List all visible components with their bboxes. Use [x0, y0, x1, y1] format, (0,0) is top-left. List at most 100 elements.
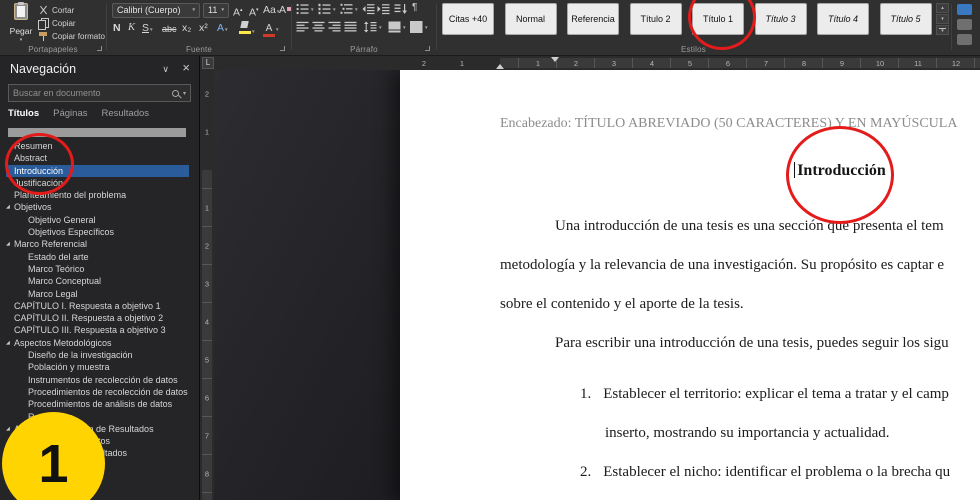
dialog-launcher-icon[interactable] — [425, 46, 430, 51]
nav-item-label: Procedimientos de análisis de datos — [28, 399, 173, 410]
numbering-button[interactable]: ▾ — [318, 3, 336, 15]
style-título-5[interactable]: Título 5 — [879, 3, 932, 35]
font-size-select[interactable]: 11 ▾ — [203, 3, 229, 18]
nav-item-población-y-muestra[interactable]: Población y muestra — [6, 361, 189, 373]
search-box[interactable]: ▾ — [8, 84, 191, 102]
ruler-number: 8 — [801, 58, 807, 68]
page[interactable]: Encabezado: TÍTULO ABREVIADO (50 CARACTE… — [400, 70, 980, 500]
shading-button[interactable]: ▾ — [388, 21, 406, 33]
chevron-down-icon: ▾ — [379, 25, 382, 31]
gallery-scroll-up-icon[interactable]: ▴ — [936, 3, 949, 13]
font-color-button[interactable]: A ▾ — [263, 20, 279, 37]
nav-item-procedimientos-de-análisis-de-datos[interactable]: Procedimientos de análisis de datos — [6, 398, 189, 410]
justify-button[interactable] — [344, 21, 357, 33]
tab-titulos[interactable]: Títulos — [8, 108, 39, 119]
nav-item-marco-legal[interactable]: Marco Legal — [6, 288, 189, 300]
tab-paginas[interactable]: Páginas — [53, 108, 87, 119]
multilevel-list-button[interactable]: ▾ — [340, 3, 358, 15]
document-text-line: inserto, mostrando su importancia y actu… — [605, 425, 890, 442]
tab-stop-selector[interactable]: L — [202, 57, 214, 69]
nav-item-objetivos[interactable]: ◢ Objetivos — [6, 201, 189, 213]
bold-button[interactable]: N — [113, 20, 121, 36]
dialog-launcher-icon[interactable] — [280, 46, 285, 51]
expand-collapse-icon[interactable]: ◢ — [6, 337, 10, 349]
dialog-launcher-icon[interactable] — [97, 46, 102, 51]
nav-item-objetivo-general[interactable]: Objetivo General — [6, 214, 189, 226]
vertical-ruler[interactable]: 2 1 1 2 3 4 5 6 7 8 — [200, 70, 214, 500]
chevron-down-icon: ▾ — [221, 7, 224, 13]
style-citas-40[interactable]: Citas +40 — [442, 3, 494, 35]
ruler-number: 5 — [687, 58, 693, 68]
ruler-number: 1 — [204, 127, 210, 137]
style-normal[interactable]: Normal — [504, 3, 557, 35]
partial-ribbon-icon[interactable] — [957, 19, 972, 30]
horizontal-ruler[interactable]: L 2 1 1 2 3 4 5 6 7 8 9 10 11 12 — [200, 56, 980, 70]
subscript-button[interactable]: x₂ — [182, 20, 191, 36]
paste-button[interactable]: Pegar ▾ — [6, 2, 36, 48]
font-family-select[interactable]: Calibri (Cuerpo) ▾ — [112, 3, 200, 18]
align-center-button[interactable] — [312, 21, 325, 33]
group-separator — [436, 4, 437, 50]
style-título-3[interactable]: Título 3 — [754, 3, 807, 35]
text-effects-button[interactable]: A▾ — [217, 20, 228, 36]
gallery-more-icon[interactable]: ▾ — [936, 25, 949, 35]
ruler-number: 10 — [875, 58, 885, 68]
nav-item-capítulo-iii-respuesta-a-objetivo-3[interactable]: CAPÍTULO III. Respuesta a objetivo 3 — [6, 324, 189, 336]
nav-item-label: Marco Referencial — [14, 239, 88, 250]
borders-button[interactable]: ▾ — [410, 21, 428, 33]
nav-item-objetivos-específicos[interactable]: Objetivos Específicos — [6, 226, 189, 238]
underline-button[interactable]: S▾ — [142, 20, 153, 36]
increase-indent-icon — [377, 4, 390, 15]
nav-item-aspectos-metodológicos[interactable]: ◢ Aspectos Metodológicos — [6, 337, 189, 349]
first-line-indent-marker[interactable] — [551, 57, 559, 62]
nav-item-diseño-de-la-investigación[interactable]: Diseño de la investigación — [6, 349, 189, 361]
gallery-scroll-down-icon[interactable]: ▾ — [936, 14, 949, 24]
chevron-down-icon: ▾ — [355, 7, 358, 13]
chevron-down-icon[interactable]: ▾ — [183, 90, 186, 97]
search-icon[interactable] — [171, 89, 179, 97]
nav-item-marco-teórico[interactable]: Marco Teórico — [6, 263, 189, 275]
cut-button[interactable]: Cortar — [38, 4, 74, 16]
nav-item-instrumentos-de-recolección-de-datos[interactable]: Instrumentos de recolección de datos — [6, 374, 189, 386]
ruler-number: 2 — [204, 241, 210, 251]
style-título-2[interactable]: Título 2 — [629, 3, 682, 35]
superscript-button[interactable]: x² — [199, 20, 208, 36]
expand-collapse-icon[interactable]: ◢ — [6, 238, 10, 250]
format-painter-button[interactable]: Copiar formato — [38, 30, 105, 42]
nav-item-marco-referencial[interactable]: ◢ Marco Referencial — [6, 238, 189, 250]
italic-button[interactable]: K — [128, 20, 135, 36]
strikethrough-button[interactable]: abc — [162, 21, 177, 37]
expand-collapse-icon[interactable]: ◢ — [6, 201, 10, 213]
copy-button[interactable]: Copiar — [38, 17, 76, 30]
style-título-4[interactable]: Título 4 — [817, 3, 869, 35]
bullets-button[interactable]: ▾ — [296, 3, 314, 15]
style-referencia[interactable]: Referencia — [567, 3, 619, 35]
chevron-down-icon[interactable]: ∨ — [162, 64, 169, 75]
align-right-button[interactable] — [328, 21, 341, 33]
grow-font-button[interactable]: A▴ — [233, 2, 243, 19]
annotation-circle-nav-introduccion — [5, 133, 74, 195]
change-case-button[interactable]: Aa▾ — [263, 2, 279, 18]
hanging-indent-marker[interactable] — [496, 64, 504, 69]
line-spacing-button[interactable]: ▾ — [364, 21, 382, 33]
nav-item-capítulo-i-respuesta-a-objetivo-1[interactable]: CAPÍTULO I. Respuesta a objetivo 1 — [6, 300, 189, 312]
nav-item-marco-conceptual[interactable]: Marco Conceptual — [6, 275, 189, 287]
expand-collapse-icon[interactable]: ◢ — [6, 423, 10, 435]
increase-indent-button[interactable] — [377, 3, 390, 15]
ruler-text-area — [500, 58, 980, 68]
search-input[interactable] — [9, 88, 172, 98]
tab-resultados[interactable]: Resultados — [101, 108, 149, 119]
nav-item-procedimientos-de-recolección-de-datos[interactable]: Procedimientos de recolección de datos — [6, 386, 189, 398]
show-paragraph-marks-button[interactable]: ¶ — [412, 2, 417, 14]
styles-group-label: Estilos — [681, 45, 706, 54]
partial-ribbon-icon[interactable] — [957, 4, 972, 15]
nav-item-estado-del-arte[interactable]: Estado del arte — [6, 251, 189, 263]
partial-ribbon-icon[interactable] — [957, 34, 972, 45]
shrink-font-button[interactable]: A▾ — [249, 2, 259, 19]
nav-item-capítulo-ii-respuesta-a-objetivo-2[interactable]: CAPÍTULO II. Respuesta a objetivo 2 — [6, 312, 189, 324]
sort-button[interactable] — [394, 3, 407, 15]
align-left-button[interactable] — [296, 21, 309, 33]
highlight-color-button[interactable]: ▾ — [239, 20, 255, 36]
decrease-indent-button[interactable] — [362, 3, 375, 15]
close-icon[interactable]: × — [182, 60, 190, 75]
